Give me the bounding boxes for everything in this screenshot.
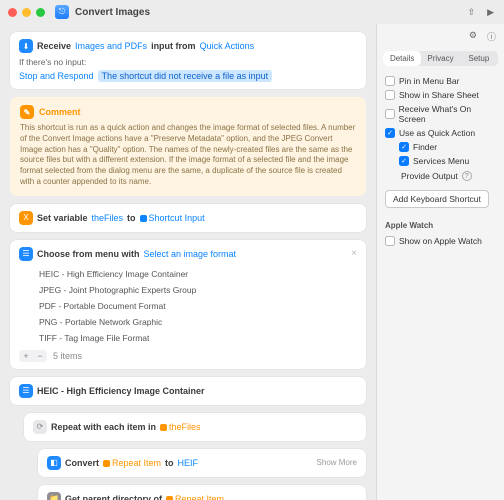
titlebar: ⎋ Convert Images ⇧ ▶	[0, 0, 504, 24]
setvar-to: to	[127, 213, 136, 223]
repeat-icon: ⟳	[33, 420, 47, 434]
apple-watch-heading: Apple Watch	[377, 217, 504, 232]
menu-prompt[interactable]: Select an image format	[144, 249, 237, 259]
menu-count: 5 items	[53, 351, 82, 361]
parent-label: Get parent directory of	[65, 494, 162, 500]
add-keyboard-shortcut-button[interactable]: Add Keyboard Shortcut	[385, 190, 489, 208]
parent-input[interactable]: Repeat Item	[166, 494, 224, 500]
pin-menu-bar-checkbox[interactable]: Pin in Menu Bar	[385, 74, 496, 88]
get-parent-action[interactable]: 📁 Get parent directory of Repeat Item	[38, 485, 366, 500]
receive-action[interactable]: ⬇ Receive Images and PDFs input from Qui…	[10, 32, 366, 89]
apple-watch-checkbox[interactable]: Show on Apple Watch	[385, 234, 496, 248]
plus-icon[interactable]: +	[19, 350, 33, 362]
window-title: Convert Images	[75, 7, 150, 18]
comment-icon: ✎	[20, 105, 34, 119]
stop-respond-token[interactable]: Stop and Respond	[19, 71, 94, 81]
close-window-button[interactable]	[8, 8, 17, 17]
inspector-tabs[interactable]: Details Privacy Setup	[383, 51, 498, 66]
adjustments-icon[interactable]: ⚙	[469, 30, 477, 43]
tab-setup[interactable]: Setup	[460, 51, 498, 66]
help-icon[interactable]: ?	[462, 171, 472, 181]
comment-body: This shortcut is run as a quick action a…	[20, 123, 356, 188]
menu-item[interactable]: PNG - Portable Network Graphic	[39, 314, 357, 330]
share-sheet-checkbox[interactable]: Show in Share Sheet	[385, 88, 496, 102]
repeat-var[interactable]: theFiles	[160, 422, 201, 432]
receive-label: Receive	[37, 41, 71, 51]
receive-types[interactable]: Images and PDFs	[75, 41, 147, 51]
menu-item[interactable]: JPEG - Joint Photographic Experts Group	[39, 282, 357, 298]
receive-mid: input from	[151, 41, 196, 51]
inspector-sidebar: ⚙ ⓘ Details Privacy Setup Pin in Menu Ba…	[376, 24, 504, 500]
finder-checkbox[interactable]: ✓Finder	[399, 140, 496, 154]
provide-output-row[interactable]: Provide Output?	[399, 168, 496, 185]
convert-action[interactable]: ◧ Convert Repeat Item to HEIF Show More	[38, 449, 366, 477]
run-icon[interactable]: ▶	[487, 7, 494, 18]
repeat-label: Repeat with each item in	[51, 422, 156, 432]
app-icon: ⎋	[55, 5, 69, 19]
setvar-name[interactable]: theFiles	[92, 213, 124, 223]
window-controls[interactable]	[8, 8, 45, 17]
menu-item[interactable]: PDF - Portable Document Format	[39, 298, 357, 314]
setvar-label: Set variable	[37, 213, 88, 223]
convert-input[interactable]: Repeat Item	[103, 458, 161, 468]
menu-case-icon: ☰	[19, 384, 33, 398]
comment-title: Comment	[39, 107, 81, 117]
minimize-window-button[interactable]	[22, 8, 31, 17]
convert-icon: ◧	[47, 456, 61, 470]
comment-action[interactable]: ✎ Comment This shortcut is run as a quick…	[10, 97, 366, 196]
show-more-button[interactable]: Show More	[317, 458, 357, 467]
stop-message-token[interactable]: The shortcut did not receive a file as i…	[98, 70, 273, 82]
convert-format[interactable]: HEIF	[178, 458, 199, 468]
menu-item[interactable]: HEIC - High Efficiency Image Container	[39, 266, 357, 282]
case-title: HEIC - High Efficiency Image Container	[37, 386, 205, 396]
menu-items: HEIC - High Efficiency Image Container J…	[39, 266, 357, 346]
share-icon[interactable]: ⇧	[468, 7, 476, 18]
menu-icon: ☰	[19, 247, 33, 261]
convert-to: to	[165, 458, 174, 468]
menu-label: Choose from menu with	[37, 249, 140, 259]
if-no-input-label: If there's no input:	[19, 57, 357, 67]
workflow-editor: ⬇ Receive Images and PDFs input from Qui…	[0, 24, 376, 500]
tab-details[interactable]: Details	[383, 51, 421, 66]
variable-icon: X	[19, 211, 33, 225]
setvar-value[interactable]: Shortcut Input	[140, 213, 205, 223]
repeat-action[interactable]: ⟳ Repeat with each item in theFiles	[24, 413, 366, 441]
tab-privacy[interactable]: Privacy	[421, 51, 459, 66]
receive-screen-checkbox[interactable]: Receive What's On Screen	[385, 102, 496, 126]
menu-item[interactable]: TIFF - Tag Image File Format	[39, 330, 357, 346]
set-variable-action[interactable]: X Set variable theFiles to Shortcut Inpu…	[10, 204, 366, 232]
minus-icon[interactable]: −	[33, 350, 47, 362]
services-checkbox[interactable]: ✓Services Menu	[399, 154, 496, 168]
receive-source[interactable]: Quick Actions	[200, 41, 255, 51]
info-icon[interactable]: ⓘ	[487, 30, 496, 43]
menu-case-action[interactable]: ☰ HEIC - High Efficiency Image Container	[10, 377, 366, 405]
choose-from-menu-action[interactable]: ☰ Choose from menu with Select an image …	[10, 240, 366, 369]
zoom-window-button[interactable]	[36, 8, 45, 17]
add-remove-stepper[interactable]: +−	[19, 350, 47, 362]
input-icon: ⬇	[19, 39, 33, 53]
convert-label: Convert	[65, 458, 99, 468]
quick-action-checkbox[interactable]: ✓Use as Quick Action	[385, 126, 496, 140]
close-icon[interactable]: ×	[351, 248, 357, 259]
folder-icon: 📁	[47, 492, 61, 500]
